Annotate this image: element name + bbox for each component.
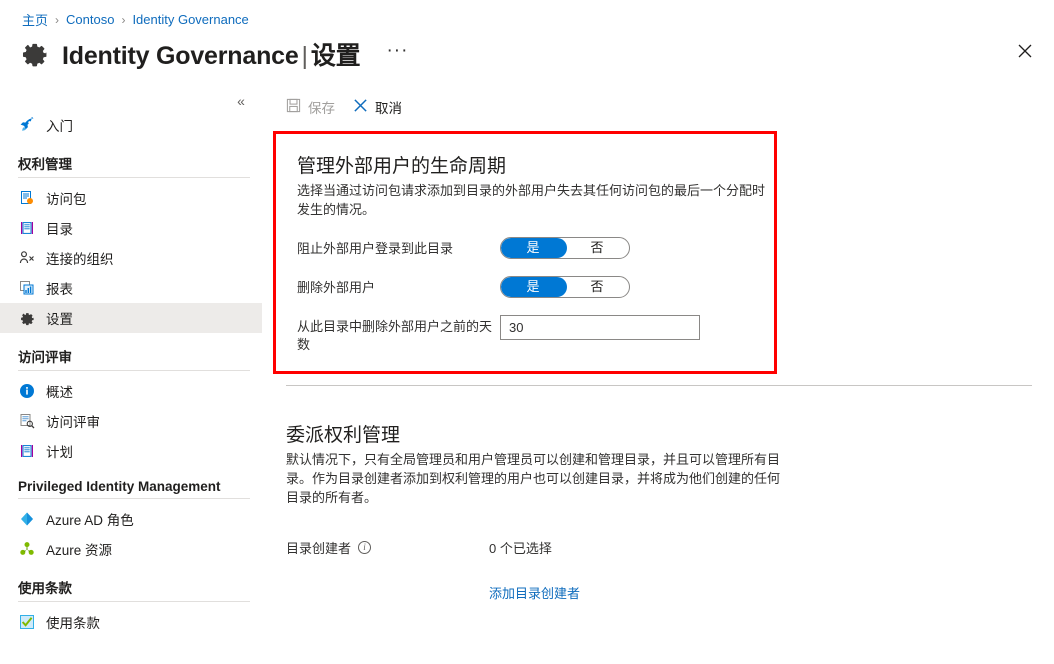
azure-resources-icon	[18, 540, 36, 558]
azure-ad-roles-icon	[18, 510, 36, 528]
save-button[interactable]: 保存	[286, 97, 335, 117]
catalog-icon	[18, 219, 36, 237]
directory-creators-label: 目录创建者	[286, 540, 352, 556]
sidebar-item-azure-ad-roles[interactable]: Azure AD 角色	[0, 504, 262, 534]
page-title-sub: 设置	[310, 42, 361, 70]
cancel-button[interactable]: 取消	[353, 97, 402, 117]
days-before-removal-label: 从此目录中删除外部用户之前的天数	[297, 318, 493, 352]
sidebar-group-pim: Privileged Identity Management	[18, 479, 221, 494]
lifecycle-highlight-box: 管理外部用户的生命周期 选择当通过访问包请求添加到目录的外部用户失去其任何访问包…	[273, 131, 777, 374]
cancel-label: 取消	[375, 101, 402, 116]
page-title-main: Identity Governance	[62, 42, 299, 70]
sidebar-item-connected-organizations[interactable]: 连接的组织	[0, 243, 262, 273]
days-before-removal-input[interactable]	[500, 314, 700, 340]
block-signin-field-row: 阻止外部用户登录到此目录 是 否	[297, 236, 774, 259]
directory-creators-row: 目录创建者 i 0 个已选择 添加目录创建者	[286, 538, 1054, 603]
sidebar-item-label: 概述	[46, 385, 73, 400]
page-title: Identity Governance | 设置	[62, 36, 361, 72]
access-package-icon	[18, 189, 36, 207]
gear-icon	[18, 309, 36, 327]
rocket-icon	[18, 116, 36, 134]
info-circle-icon	[18, 382, 36, 400]
azure-portal-page: 主页 › Contoso › Identity Governance Ident…	[0, 0, 1054, 664]
connected-org-icon	[18, 249, 36, 267]
sidebar-group-entitlement-management: 权利管理	[18, 157, 72, 172]
days-before-removal-field-row: 从此目录中删除外部用户之前的天数	[297, 314, 774, 354]
info-icon[interactable]: i	[358, 540, 372, 554]
sidebar-divider	[18, 498, 250, 499]
sidebar-item-label: 目录	[46, 222, 73, 237]
sidebar-item-label: 访问评审	[46, 415, 100, 430]
selected-count-text: 0 个已选择	[489, 540, 552, 556]
report-icon	[18, 279, 36, 297]
delegate-section-description: 默认情况下，只有全局管理员和用户管理员可以创建和管理目录，并且可以管理所有目录。…	[286, 452, 781, 505]
sidebar-item-label: 入门	[46, 119, 73, 134]
sidebar-group-terms-of-use: 使用条款	[18, 581, 72, 596]
sidebar-item-settings[interactable]: 设置	[0, 303, 262, 333]
sidebar-item-label: 访问包	[46, 192, 87, 207]
sidebar-item-label: Azure AD 角色	[46, 513, 134, 528]
toggle-option-no[interactable]: 否	[565, 238, 629, 258]
breadcrumb-separator-icon: ›	[121, 12, 126, 27]
gear-icon	[20, 39, 50, 69]
remove-external-user-field-row: 删除外部用户 是 否	[297, 275, 774, 298]
sidebar-item-overview[interactable]: 概述	[0, 376, 262, 406]
add-directory-creators-link[interactable]: 添加目录创建者	[489, 583, 580, 602]
sidebar-item-label: 使用条款	[46, 616, 100, 631]
page-title-row: Identity Governance | 设置 ···	[20, 36, 408, 72]
delegate-section-title: 委派权利管理	[286, 425, 401, 446]
lifecycle-section: 管理外部用户的生命周期 选择当通过访问包请求添加到目录的外部用户失去其任何访问包…	[276, 134, 774, 354]
save-label: 保存	[308, 101, 335, 116]
sidebar: « 入门 权利管理 访问包 目录 连接的组织 报表 设置 访问评审 概述 访问评…	[0, 88, 262, 664]
sidebar-item-label: 计划	[46, 445, 73, 460]
cancel-x-icon	[353, 98, 368, 116]
remove-external-user-label: 删除外部用户	[297, 279, 376, 295]
sidebar-item-terms-of-use[interactable]: 使用条款	[0, 607, 262, 637]
plan-icon	[18, 442, 36, 460]
sidebar-item-reports[interactable]: 报表	[0, 273, 262, 303]
directory-creators-label-wrap: 目录创建者 i	[286, 538, 489, 557]
toggle-option-yes[interactable]: 是	[501, 277, 565, 297]
block-signin-label: 阻止外部用户登录到此目录	[297, 240, 454, 256]
sidebar-item-catalogs[interactable]: 目录	[0, 213, 262, 243]
remove-external-user-toggle[interactable]: 是 否	[500, 275, 630, 298]
directory-creators-value-wrap: 0 个已选择 添加目录创建者	[489, 538, 580, 603]
sidebar-item-getting-started[interactable]: 入门	[0, 110, 262, 140]
breadcrumb-item-contoso[interactable]: Contoso	[66, 12, 114, 27]
lifecycle-section-description: 选择当通过访问包请求添加到目录的外部用户失去其任何访问包的最后一个分配时发生的情…	[297, 183, 766, 217]
breadcrumb-separator-icon: ›	[55, 12, 60, 27]
sidebar-item-azure-resources[interactable]: Azure 资源	[0, 534, 262, 564]
sidebar-item-access-packages[interactable]: 访问包	[0, 183, 262, 213]
command-bar: 保存 取消	[262, 88, 1054, 126]
save-disk-icon	[286, 98, 301, 116]
sidebar-divider	[18, 370, 250, 371]
toggle-option-yes[interactable]: 是	[501, 238, 565, 258]
breadcrumb: 主页 › Contoso › Identity Governance	[22, 10, 249, 29]
review-search-icon	[18, 412, 36, 430]
section-divider-wrap	[262, 385, 1054, 386]
toggle-option-no[interactable]: 否	[565, 277, 629, 297]
breadcrumb-item-home[interactable]: 主页	[22, 10, 48, 29]
sidebar-item-label: 报表	[46, 282, 73, 297]
page-title-separator: |	[301, 42, 309, 70]
sidebar-item-label: 设置	[46, 312, 73, 327]
delegate-section: 委派权利管理 默认情况下，只有全局管理员和用户管理员可以创建和管理目录，并且可以…	[262, 398, 1054, 603]
sidebar-divider	[18, 177, 250, 178]
collapse-sidebar-icon[interactable]: «	[230, 91, 252, 111]
section-divider	[286, 385, 1032, 386]
sidebar-item-access-reviews[interactable]: 访问评审	[0, 406, 262, 436]
sidebar-divider	[18, 601, 250, 602]
terms-of-use-icon	[18, 613, 36, 631]
sidebar-item-label: Azure 资源	[46, 543, 113, 558]
close-icon[interactable]	[1010, 36, 1040, 66]
lifecycle-section-title: 管理外部用户的生命周期	[297, 156, 507, 177]
sidebar-nav-list: 入门 权利管理 访问包 目录 连接的组织 报表 设置 访问评审 概述 访问评审 …	[0, 110, 262, 637]
sidebar-item-plans[interactable]: 计划	[0, 436, 262, 466]
sidebar-item-label: 连接的组织	[46, 252, 114, 267]
breadcrumb-item-identity-governance[interactable]: Identity Governance	[132, 12, 248, 27]
sidebar-group-access-reviews: 访问评审	[18, 350, 72, 365]
content-panel: 保存 取消 管理外部用户的生命周期 选择当通过访问包请求添加到目录的外部用户失去…	[262, 88, 1054, 664]
block-signin-toggle[interactable]: 是 否	[500, 236, 630, 259]
more-actions-button[interactable]: ···	[386, 40, 408, 68]
